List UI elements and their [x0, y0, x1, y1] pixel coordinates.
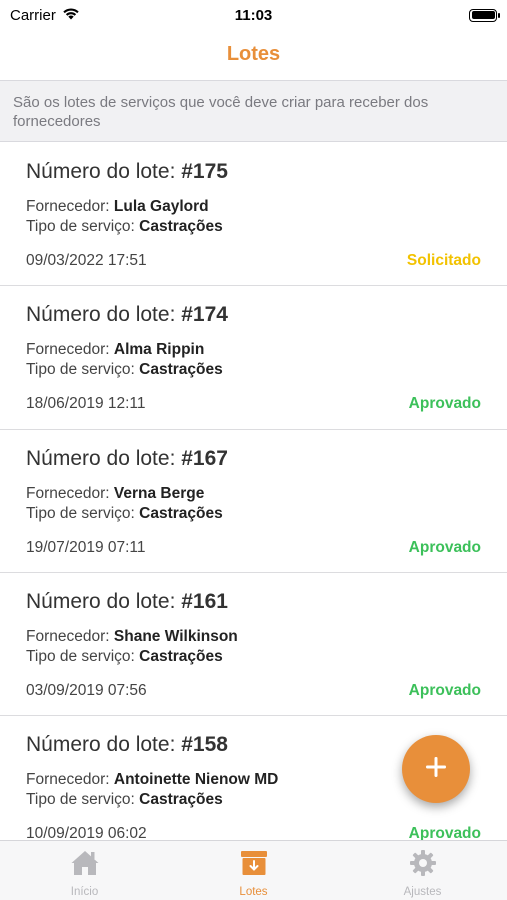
service-type: Castrações	[139, 647, 223, 665]
lot-card[interactable]: Número do lote: #167 Fornecedor: Verna Be…	[0, 430, 507, 573]
lot-card[interactable]: Número do lote: #161 Fornecedor: Shane Wi…	[0, 573, 507, 717]
tab-lotes-label: Lotes	[239, 886, 268, 898]
plus-icon	[425, 756, 447, 783]
service-line: Tipo de serviço: Castrações	[26, 217, 481, 237]
supplier-name: Antoinette Nienow MD	[113, 771, 279, 789]
battery-icon	[469, 8, 500, 22]
tab-lotes[interactable]: Lotes	[169, 841, 338, 900]
lot-footer: 10/09/2019 06:02 Aprovado	[26, 825, 481, 840]
lot-title: Número do lote: #161	[26, 587, 481, 617]
navigation-bar: Lotes	[0, 30, 507, 78]
service-label: Tipo de serviço:	[26, 361, 140, 379]
service-type: Castrações	[139, 361, 223, 379]
supplier-line: Fornecedor: Lula Gaylord	[26, 197, 481, 217]
supplier-name: Verna Berge	[113, 484, 205, 502]
add-lot-button[interactable]	[402, 735, 470, 803]
supplier-label: Fornecedor:	[26, 627, 114, 645]
status-badge: Aprovado	[408, 825, 481, 840]
carrier-label: Carrier	[10, 6, 56, 24]
status-badge: Solicitado	[406, 252, 481, 269]
status-badge: Aprovado	[408, 538, 481, 556]
supplier-label: Fornecedor:	[26, 341, 114, 359]
lot-title: Número do lote: #167	[26, 444, 481, 474]
lot-number-label: Número do lote:	[26, 589, 182, 613]
lot-title: Número do lote: #175	[26, 157, 481, 187]
supplier-line: Fornecedor: Verna Berge	[26, 484, 481, 504]
status-bar: Carrier 11:03	[0, 0, 507, 30]
tab-ajustes-label: Ajustes	[403, 886, 442, 898]
lot-footer: 18/06/2019 12:11 Aprovado	[26, 395, 481, 413]
service-line: Tipo de serviço: Castrações	[26, 360, 481, 380]
tab-ajustes[interactable]: Ajustes	[338, 841, 507, 900]
status-left: Carrier	[10, 7, 80, 24]
home-icon	[70, 849, 100, 882]
supplier-label: Fornecedor:	[26, 484, 114, 502]
page-title: Lotes	[226, 42, 281, 65]
service-type: Castrações	[139, 218, 223, 235]
service-label: Tipo de serviço:	[26, 504, 140, 522]
lot-footer: 19/07/2019 07:11 Aprovado	[26, 539, 481, 557]
lot-date: 10/09/2019 06:02	[26, 825, 147, 840]
service-type: Castrações	[139, 791, 223, 809]
lot-date: 09/03/2022 17:51	[26, 252, 147, 269]
status-badge: Aprovado	[408, 681, 481, 699]
archive-box-icon	[240, 849, 268, 882]
supplier-label: Fornecedor:	[26, 771, 114, 789]
lot-number: #158	[181, 733, 228, 757]
tab-inicio-label: Início	[70, 886, 99, 898]
lot-footer: 09/03/2022 17:51 Solicitado	[26, 252, 481, 270]
tab-inicio[interactable]: Início	[0, 841, 169, 900]
info-banner: São os lotes de serviços que você deve c…	[0, 80, 507, 142]
service-line: Tipo de serviço: Castrações	[26, 504, 481, 524]
lot-date: 18/06/2019 12:11	[26, 395, 146, 413]
wifi-icon	[62, 7, 80, 24]
lot-number: #174	[181, 303, 228, 327]
lot-number: #161	[181, 589, 228, 613]
supplier-name: Lula Gaylord	[113, 198, 209, 215]
lot-number-label: Número do lote:	[26, 733, 182, 757]
lot-title: Número do lote: #174	[26, 300, 481, 330]
lot-date: 03/09/2019 07:56	[26, 681, 147, 699]
gear-icon	[409, 849, 437, 882]
lot-card[interactable]: Número do lote: #175 Fornecedor: Lula Gay…	[0, 143, 507, 287]
lot-number-label: Número do lote:	[26, 160, 182, 183]
lot-number-label: Número do lote:	[26, 446, 182, 470]
service-label: Tipo de serviço:	[26, 218, 140, 235]
service-label: Tipo de serviço:	[26, 791, 140, 809]
supplier-name: Alma Rippin	[113, 341, 205, 359]
supplier-label: Fornecedor:	[26, 198, 114, 215]
tab-bar: Início Lotes Ajustes	[0, 840, 507, 900]
lot-card[interactable]: Número do lote: #174 Fornecedor: Alma Rip…	[0, 286, 507, 430]
supplier-line: Fornecedor: Alma Rippin	[26, 340, 481, 360]
service-label: Tipo de serviço:	[26, 647, 140, 665]
lot-number: #175	[181, 160, 228, 183]
lot-number-label: Número do lote:	[26, 303, 182, 327]
supplier-name: Shane Wilkinson	[113, 627, 238, 645]
lot-footer: 03/09/2019 07:56 Aprovado	[26, 682, 481, 700]
status-badge: Aprovado	[408, 395, 481, 413]
service-type: Castrações	[139, 504, 223, 522]
service-line: Tipo de serviço: Castrações	[26, 647, 481, 667]
lot-date: 19/07/2019 07:11	[26, 538, 146, 556]
lot-number: #167	[181, 446, 228, 470]
supplier-line: Fornecedor: Shane Wilkinson	[26, 627, 481, 647]
